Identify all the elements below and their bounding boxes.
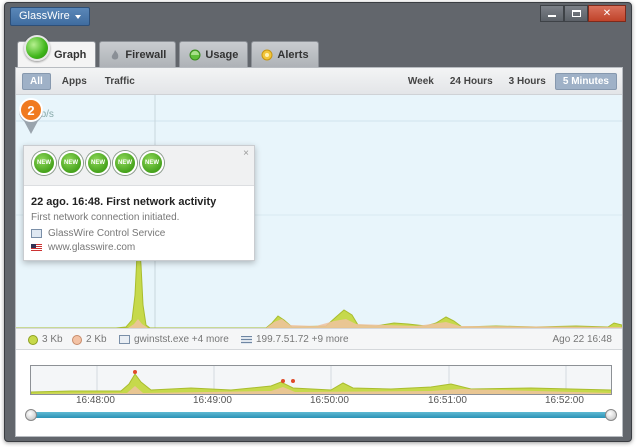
upload-traffic-area [16,319,622,328]
filter-apps-button[interactable]: Apps [55,73,94,90]
process-summary[interactable]: gwinstst.exe +4 more [119,334,229,345]
close-icon[interactable]: × [243,148,249,159]
upload-icon [72,334,82,345]
timeline-tick: 16:51:00 [428,395,467,406]
filter-traffic-button[interactable]: Traffic [98,73,142,90]
range-week-button[interactable]: Week [401,73,441,90]
tab-firewall-label: Firewall [125,48,167,61]
timeline-axis: 16:48:00 16:49:00 16:50:00 16:51:00 16:5… [30,395,612,409]
range-3-hours-button[interactable]: 3 Hours [502,73,553,90]
download-total: 3 Kb [28,334,63,345]
filter-all-button[interactable]: All [22,73,51,90]
view-filters: All Apps Traffic [22,73,142,90]
overview-plot [31,366,611,394]
close-button[interactable]: ✕ [588,5,626,22]
new-badge[interactable]: NEW [32,151,56,175]
timestamp: Ago 22 16:48 [553,334,613,345]
application-icon [119,335,130,344]
event-service: GlassWire Control Service [48,228,166,239]
new-badge[interactable]: NEW [113,151,137,175]
app-menu-label: GlassWire [19,10,70,22]
event-title: 22 ago. 16:48. First network activity [31,196,217,208]
tab-alerts[interactable]: Alerts [251,41,319,67]
glasswire-window: GlassWire ✕ Graph Firewall Usage Alerts [4,2,632,442]
download-value: 3 Kb [42,334,63,345]
timeline-tick: 16:50:00 [310,395,349,406]
time-range-slider[interactable] [30,412,612,418]
maximize-icon [571,10,581,17]
graph-ball-icon [24,35,50,61]
selection-info-bar: 3 Kb 2 Kb gwinstst.exe +4 more 199.7.51.… [16,328,622,350]
overview-alert-dot [133,370,137,374]
upload-value: 2 Kb [86,334,107,345]
app-menu-button[interactable]: GlassWire [10,7,90,26]
timeline-tick: 16:52:00 [545,395,584,406]
tab-usage[interactable]: Usage [179,41,249,67]
marker-count: 2 [27,103,34,118]
overview-alert-dot [291,379,295,383]
tab-graph[interactable]: Graph [17,35,97,68]
new-badge[interactable]: NEW [86,151,110,175]
event-popup-header: NEW NEW NEW NEW NEW × [24,146,254,186]
maximize-button[interactable] [564,5,588,22]
window-controls: ✕ [540,5,626,22]
overview-timeline[interactable] [30,365,612,395]
event-service-row: GlassWire Control Service [31,228,165,239]
filter-bar: All Apps Traffic Week 24 Hours 3 Hours 5… [16,68,622,95]
process-value: gwinstst.exe +4 more [134,334,229,345]
event-description: First network connection initiated. [31,212,180,223]
close-icon: ✕ [602,8,612,19]
timeline-tick: 16:49:00 [193,395,232,406]
overview-alert-dot [281,379,285,383]
title-bar: GlassWire ✕ [5,3,631,33]
download-icon [28,334,38,345]
event-site: www.glasswire.com [48,242,136,253]
host-icon [241,335,252,344]
event-marker[interactable]: 2 [16,95,46,135]
slider-end-handle[interactable] [605,409,617,421]
main-tabs: Graph Firewall Usage Alerts [17,35,319,68]
new-badge[interactable]: NEW [140,151,164,175]
graph-panel: All Apps Traffic Week 24 Hours 3 Hours 5… [15,67,623,437]
new-badge[interactable]: NEW [59,151,83,175]
upload-total: 2 Kb [72,334,107,345]
timeline-tick: 16:48:00 [76,395,115,406]
minimize-button[interactable] [540,5,564,22]
host-value: 199.7.51.72 +9 more [256,334,349,345]
event-popup: NEW NEW NEW NEW NEW × 22 ago. 16:48. Fir… [23,145,255,261]
application-icon [31,229,42,238]
alerts-icon [261,49,273,60]
tab-usage-label: Usage [205,48,239,61]
minimize-icon [548,15,556,17]
traffic-graph[interactable]: 90 Kb/s NEW NEW NEW NEW NEW × 22 ago. 16… [16,95,622,328]
time-range-filters: Week 24 Hours 3 Hours 5 Minutes [401,73,617,90]
firewall-icon [112,49,119,59]
event-site-row: www.glasswire.com [31,242,135,253]
chevron-down-icon [74,14,81,19]
tab-graph-label: Graph [54,49,87,61]
timestamp-value: Ago 22 16:48 [552,334,613,345]
range-5-minutes-button[interactable]: 5 Minutes [554,73,617,90]
host-summary[interactable]: 199.7.51.72 +9 more [241,334,349,345]
range-24-hours-button[interactable]: 24 Hours [443,73,500,90]
new-badges: NEW NEW NEW NEW NEW [32,151,164,175]
slider-start-handle[interactable] [25,409,37,421]
tab-firewall[interactable]: Firewall [99,41,177,67]
usage-icon [189,49,201,60]
us-flag-icon [31,243,42,252]
tab-alerts-label: Alerts [277,48,309,61]
